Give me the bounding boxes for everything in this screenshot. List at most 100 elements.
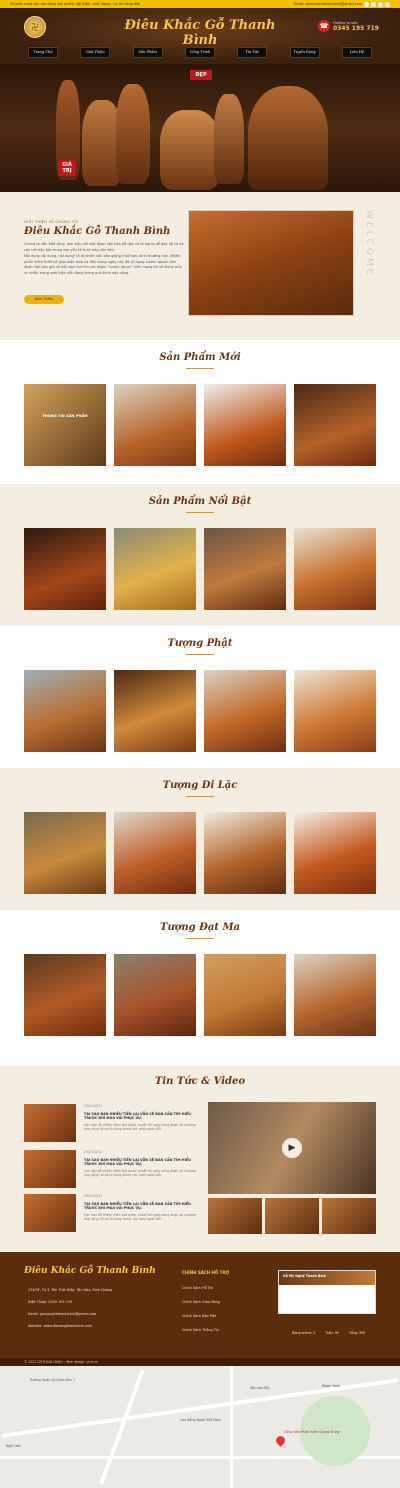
news-thumbnail[interactable] (24, 1194, 76, 1232)
news-title[interactable]: TẠI SAO BẠN NHIỀU TIỀN LẠI VẪN SẼ BAN CẦ… (84, 1158, 200, 1167)
product-card[interactable] (114, 528, 196, 610)
news-thumbnail[interactable] (24, 1104, 76, 1142)
statue-image (248, 86, 328, 190)
map-road (230, 1366, 233, 1488)
hero-banner: ĐẸP GIÁ TRỊ (0, 64, 400, 192)
product-card[interactable] (204, 528, 286, 610)
product-card[interactable] (204, 812, 286, 894)
product-card[interactable] (204, 670, 286, 752)
top-tagline: Chuyên cung cấp các dòng sản phẩm, nội t… (10, 2, 141, 6)
facebook-page-widget[interactable]: Gỗ Mỹ Nghệ Thanh Bình (278, 1270, 376, 1314)
hotline-number: 0345 195 719 (333, 24, 379, 32)
title-underline (186, 368, 214, 369)
policy-link[interactable]: Chính Sách Hỗ Trợ (182, 1286, 213, 1290)
read-more-button[interactable]: Xem Thêm (24, 295, 64, 304)
footer-address: 174/3F, Tổ 3, Tân Thới Hiệp, Tân Hòa, Bì… (28, 1288, 113, 1292)
news-title[interactable]: TẠI SAO BẠN NHIỀU TIỀN LẠI VẪN SẼ BAN CẦ… (84, 1112, 200, 1121)
facebook-page-name[interactable]: Gỗ Mỹ Nghệ Thanh Bình (283, 1274, 326, 1278)
stat-total: Tổng: 399 (348, 1331, 366, 1335)
news-excerpt: Các loại đồ thiêm nhân thợ quán, mướt tả… (84, 1213, 196, 1222)
product-card[interactable] (294, 812, 376, 894)
stat-online: Đang online: 5 (292, 1331, 316, 1335)
welcome-vertical-text: WELCOME (364, 210, 374, 278)
product-card[interactable] (24, 954, 106, 1036)
video-thumbnails (208, 1198, 376, 1234)
map-label: Công viên Phần mềm Quang Trung (284, 1430, 340, 1434)
section-buddha-statues: Tượng Phật (0, 626, 400, 768)
product-card[interactable] (294, 954, 376, 1036)
footer-website[interactable]: Website: www.dieuangthanhbinh.com (28, 1324, 92, 1328)
product-card[interactable] (114, 954, 196, 1036)
about-image (188, 210, 354, 316)
nav-item-projects[interactable]: Công Trình (184, 47, 215, 58)
policy-title: CHÍNH SÁCH HỖ TRỢ (182, 1270, 229, 1275)
news-excerpt: Các loại đồ thiêm nhân thợ quán, mướt tả… (84, 1169, 196, 1178)
section-title: Tin Tức & Video (154, 1076, 246, 1087)
nav-item-news[interactable]: Tin Tức (237, 47, 268, 58)
nav-item-about[interactable]: Giới Thiệu (80, 47, 111, 58)
product-grid: THÔNG TIN SẢN PHẨM (24, 384, 376, 466)
video-thumbnail[interactable] (208, 1198, 262, 1234)
map-label: Trường Quân Sự Quân Khu 7 (30, 1378, 76, 1382)
product-card[interactable]: THÔNG TIN SẢN PHẨM (24, 384, 106, 466)
product-card[interactable] (114, 670, 196, 752)
product-card[interactable] (204, 954, 286, 1036)
section-title: Tượng Phật (167, 638, 233, 649)
statue-image (116, 84, 150, 184)
copyright-bar: © 2021 VIETHANH BINH - Web design: vina.… (0, 1358, 400, 1366)
news-video-section: Tin Tức & Video 29/01/2021 TẠI SAO BẠN N… (0, 1066, 400, 1252)
nav-item-products[interactable]: Sản Phẩm (132, 47, 163, 58)
youtube-icon[interactable] (371, 1, 376, 7)
news-title[interactable]: TẠI SAO BẠN NHIỀU TIỀN LẠI VẪN SẼ BAN CẦ… (84, 1202, 200, 1211)
news-excerpt: Các loại đồ thiêm nhân thợ quán, mướt tả… (84, 1123, 196, 1132)
phone-icon: ☎ (318, 20, 330, 32)
statue-image (160, 110, 220, 190)
section-title: Tượng Di Lặc (162, 780, 238, 791)
map-label: Ngõ Cafe (6, 1444, 21, 1448)
title-underline (186, 796, 214, 797)
hotline[interactable]: ☎ Hotline tư vấn 0345 195 719 (318, 20, 379, 32)
google-icon[interactable] (385, 1, 390, 7)
title-underline (186, 512, 214, 513)
product-overlay-label: THÔNG TIN SẢN PHẨM (42, 414, 88, 418)
site-brand[interactable]: Điêu Khắc Gỗ Thanh Bình (110, 18, 290, 48)
nav-item-careers[interactable]: Tuyển Dụng (289, 47, 320, 58)
product-card[interactable] (294, 384, 376, 466)
email-text[interactable]: Email: gomynghethanhbinh@gmail.com (294, 2, 362, 6)
product-card[interactable] (294, 528, 376, 610)
about-text: Chúng ta vẫn biết rằng, làm việc với một… (24, 242, 184, 277)
twitter-icon[interactable] (378, 1, 383, 7)
hero-tag-beauty: ĐẸP (190, 70, 212, 80)
footer-email[interactable]: Email: gomynghethanhbinh@gmail.com (28, 1312, 96, 1316)
news-item[interactable]: 29/01/2021 TẠI SAO BẠN NHIỀU TIỀN LẠI VẪ… (24, 1150, 200, 1194)
product-grid (24, 670, 376, 752)
product-card[interactable] (204, 384, 286, 466)
product-card[interactable] (114, 812, 196, 894)
news-item[interactable]: 29/01/2021 TẠI SAO BẠN NHIỀU TIỀN LẠI VẪ… (24, 1104, 200, 1148)
news-thumbnail[interactable] (24, 1150, 76, 1188)
video-thumbnail[interactable] (322, 1198, 376, 1234)
policy-link[interactable]: Chính Sách Thông Tin (182, 1328, 219, 1332)
product-card[interactable] (294, 670, 376, 752)
footer-phone[interactable]: Điện Thoại: 0345 195 719 (28, 1300, 72, 1304)
map-road (99, 1368, 145, 1486)
facebook-icon[interactable] (364, 1, 369, 7)
location-map[interactable]: Trường Quân Sự Quân Khu 7 Cao Đẳng Nghề … (0, 1366, 400, 1488)
news-item[interactable]: 29/01/2021 TẠI SAO BẠN NHIỀU TIỀN LẠI VẪ… (24, 1194, 200, 1238)
section-maitreya-statues: Tượng Di Lặc (0, 768, 400, 910)
nav-item-home[interactable]: Trang Chủ (28, 47, 58, 58)
section-title: Sản Phẩm Mới (159, 352, 241, 363)
logo[interactable]: 卍 (24, 16, 46, 38)
policy-link[interactable]: Chính Sách Bảo Mật (182, 1314, 216, 1318)
video-player[interactable]: ▶ (208, 1102, 376, 1194)
play-icon[interactable]: ▶ (282, 1138, 302, 1158)
product-card[interactable] (114, 384, 196, 466)
video-thumbnail[interactable] (265, 1198, 319, 1234)
product-card[interactable] (24, 670, 106, 752)
statue-image (214, 94, 244, 184)
visitor-stats: Đang online: 5 Tuần: 95 Tổng: 399 (292, 1331, 365, 1335)
nav-item-contact[interactable]: Liên Hệ (341, 47, 372, 58)
product-card[interactable] (24, 528, 106, 610)
policy-link[interactable]: Chính Sách Giao Hàng (182, 1300, 220, 1304)
product-card[interactable] (24, 812, 106, 894)
